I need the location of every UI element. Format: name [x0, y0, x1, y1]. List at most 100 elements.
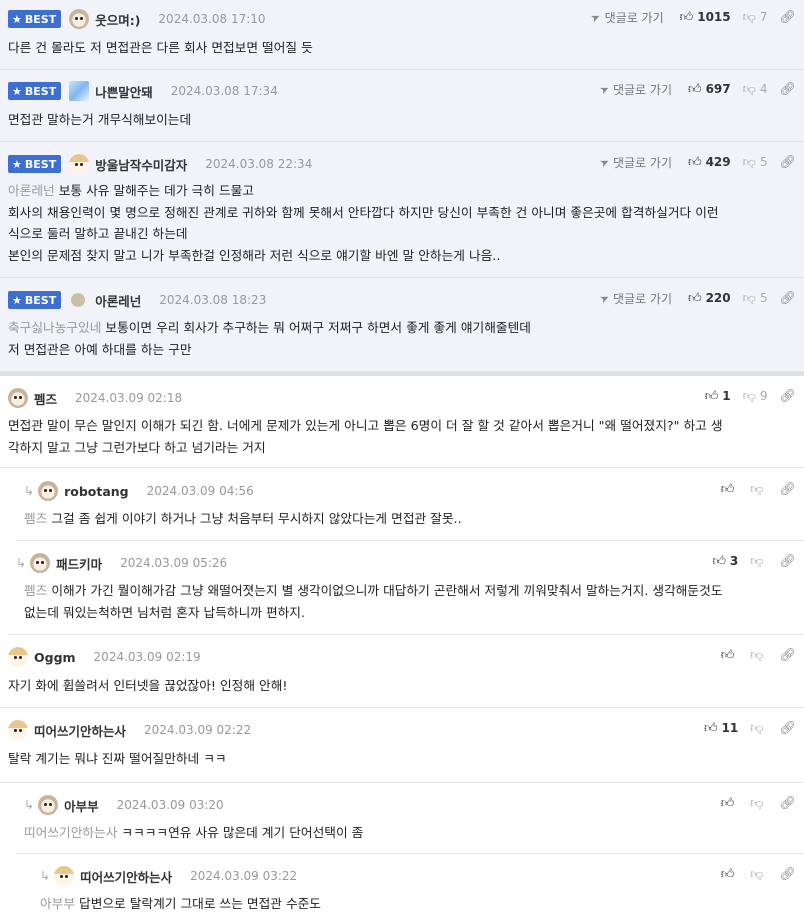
avatar[interactable]: [8, 388, 28, 408]
comment-actions: 👍︎ 👎︎ 🔗︎: [721, 646, 796, 664]
link-icon[interactable]: 🔗︎: [779, 482, 796, 497]
nickname[interactable]: 아론레넌: [95, 291, 141, 310]
upvote-button[interactable]: 👍︎ 697: [688, 82, 731, 97]
upvote-button[interactable]: 👍︎: [721, 867, 739, 882]
link-icon[interactable]: 🔗︎: [779, 82, 796, 97]
comment-actions: 👍︎ 👎︎ 🔗︎: [721, 794, 796, 812]
mention[interactable]: 펨즈: [24, 511, 47, 526]
upvote-button[interactable]: 👍︎ 3: [712, 554, 738, 569]
comment-actions: ➤ 댓글로 가기 👍︎ 1015 👎︎ 7 🔗︎: [589, 8, 796, 26]
thumbs-up-icon: 👍︎: [703, 720, 718, 736]
upvote-button[interactable]: 👍︎: [721, 482, 739, 497]
avatar[interactable]: [38, 795, 59, 815]
link-icon[interactable]: 🔗︎: [779, 10, 796, 25]
comment-item: 띠어쓰기안하는사 2024.03.09 02:22 👍︎ 11 👎︎ 🔗︎ 탈락 …: [0, 708, 804, 783]
link-icon[interactable]: 🔗︎: [779, 389, 796, 404]
send-icon: ➤: [597, 290, 612, 306]
thumbs-up-icon: 👍︎: [679, 9, 694, 25]
thumbs-up-icon: 👍︎: [720, 795, 735, 811]
avatar[interactable]: [38, 481, 59, 501]
downvote-button[interactable]: 👎︎ 9: [743, 389, 768, 404]
avatar[interactable]: [71, 293, 86, 307]
comment-body: 자기 화에 휩쓸려서 인터넷을 끊었잖아! 인정해 안해!: [8, 678, 288, 693]
nickname[interactable]: 나쁜말안돼: [95, 82, 153, 101]
link-icon[interactable]: 🔗︎: [779, 291, 796, 306]
avatar[interactable]: [69, 9, 90, 29]
thumbs-up-icon: 👍︎: [687, 154, 702, 170]
comment-date: 2024.03.08 22:34: [205, 157, 313, 171]
downvote-button[interactable]: 👎︎: [750, 867, 767, 882]
downvote-button[interactable]: 👎︎: [750, 796, 767, 811]
upvote-button[interactable]: 👍︎: [721, 796, 739, 811]
link-icon[interactable]: 🔗︎: [779, 554, 796, 569]
upvote-button[interactable]: 👍︎ 11: [704, 721, 738, 736]
upvote-button[interactable]: 👍︎ 1: [705, 389, 731, 404]
comment-header: ★ BEST 아론레넌 2024.03.08 18:23: [0, 290, 266, 310]
best-badge: ★ BEST: [8, 291, 62, 309]
comment-date: 2024.03.09 05:26: [120, 556, 228, 570]
mention[interactable]: 아부부: [40, 896, 75, 911]
comment-item: ↳ 아부부 2024.03.09 03:20 👍︎ 👎︎ 🔗︎ 띠어쓰기안하는사…: [16, 783, 804, 854]
downvote-button[interactable]: 👎︎ 7: [743, 10, 768, 25]
nickname[interactable]: 방울남작수미감자: [95, 155, 187, 174]
reply-arrow-icon: ↳: [40, 869, 51, 883]
mention[interactable]: 아론레넌: [8, 183, 55, 198]
comment-item: ★ BEST 웃으며:) 2024.03.08 17:10 ➤ 댓글로 가기 👍︎ 1…: [0, 0, 804, 70]
downvote-button[interactable]: 👎︎: [750, 648, 767, 663]
upvote-button[interactable]: 👍︎ 429: [688, 155, 731, 170]
thumbs-down-icon: 👎︎: [742, 81, 756, 97]
nickname[interactable]: 웃으며:): [95, 10, 140, 29]
link-icon[interactable]: 🔗︎: [779, 155, 796, 170]
nickname[interactable]: robotang: [64, 484, 129, 499]
link-icon[interactable]: 🔗︎: [779, 867, 796, 882]
avatar[interactable]: [8, 647, 28, 667]
go-to-reply-link[interactable]: ➤ 댓글로 가기: [597, 154, 672, 171]
downvote-button[interactable]: 👎︎: [750, 482, 767, 497]
comment-item: ★ BEST 방울남작수미감자 2024.03.08 22:34 ➤ 댓글로 가기 …: [0, 142, 804, 278]
go-to-reply-link[interactable]: ➤ 댓글로 가기: [597, 290, 672, 307]
upvote-button[interactable]: 👍︎: [721, 648, 739, 663]
avatar[interactable]: [8, 720, 28, 740]
nickname[interactable]: 띠어쓰기안하는사: [34, 721, 126, 740]
comment-header: Oggm 2024.03.09 02:19: [8, 647, 201, 667]
comment-header: 펨즈 2024.03.09 02:18: [8, 388, 182, 408]
avatar[interactable]: [69, 154, 90, 174]
avatar[interactable]: [30, 553, 51, 573]
link-icon[interactable]: 🔗︎: [779, 796, 796, 811]
send-icon: ➤: [597, 154, 612, 170]
nickname[interactable]: 아부부: [64, 796, 99, 815]
nickname[interactable]: 띠어쓰기안하는사: [80, 867, 172, 886]
downvote-button[interactable]: 👎︎ 4: [743, 82, 768, 97]
thumbs-up-icon: 👍︎: [687, 81, 702, 97]
go-to-reply-link[interactable]: ➤ 댓글로 가기: [597, 81, 672, 98]
upvote-button[interactable]: 👍︎ 1015: [680, 10, 731, 25]
avatar[interactable]: [54, 866, 75, 886]
comment-actions: ➤ 댓글로 가기 👍︎ 429 👎︎ 5 🔗︎: [597, 153, 796, 171]
comment-body: 다른 건 몰라도 저 면접관은 다른 회사 면접보면 떨어질 듯: [8, 40, 313, 55]
thumbs-down-icon: 👎︎: [742, 9, 756, 25]
downvote-button[interactable]: 👎︎ 5: [743, 155, 768, 170]
downvote-button[interactable]: 👎︎: [750, 721, 767, 736]
upvote-button[interactable]: 👍︎ 220: [688, 291, 731, 306]
comment-date: 2024.03.08 18:23: [159, 293, 267, 307]
go-to-reply-link[interactable]: ➤ 댓글로 가기: [589, 9, 664, 26]
comment-actions: 👍︎ 👎︎ 🔗︎: [721, 480, 796, 498]
mention[interactable]: 축구싫나농구있네: [8, 320, 101, 335]
mention[interactable]: 띠어쓰기안하는사: [24, 825, 117, 840]
comment-header: ↳ 띠어쓰기안하는사 2024.03.09 03:22: [40, 866, 297, 886]
downvote-button[interactable]: 👎︎: [750, 554, 767, 569]
link-icon[interactable]: 🔗︎: [779, 648, 796, 663]
thumbs-up-icon: 👍︎: [720, 481, 735, 497]
comment-header: ↳ 아부부 2024.03.09 03:20: [24, 795, 224, 815]
avatar[interactable]: [69, 81, 90, 101]
link-icon[interactable]: 🔗︎: [779, 721, 796, 736]
thumbs-up-icon: 👍︎: [712, 553, 726, 569]
comment-body: 축구싫나농구있네 보통이면 우리 회사가 추구하는 뭐 어쩌구 저쩌구 하면서 좋…: [8, 320, 531, 357]
nickname[interactable]: 펨즈: [34, 389, 57, 408]
comment-item: ↳ 패드키마 2024.03.09 05:26 👍︎ 3 👎︎ 🔗︎ 펨즈 이해가 …: [8, 541, 804, 635]
thumbs-down-icon: 👎︎: [750, 647, 764, 663]
mention[interactable]: 펨즈: [24, 583, 47, 598]
nickname[interactable]: Oggm: [34, 650, 76, 665]
nickname[interactable]: 패드키마: [56, 554, 102, 573]
downvote-button[interactable]: 👎︎ 5: [743, 291, 768, 306]
